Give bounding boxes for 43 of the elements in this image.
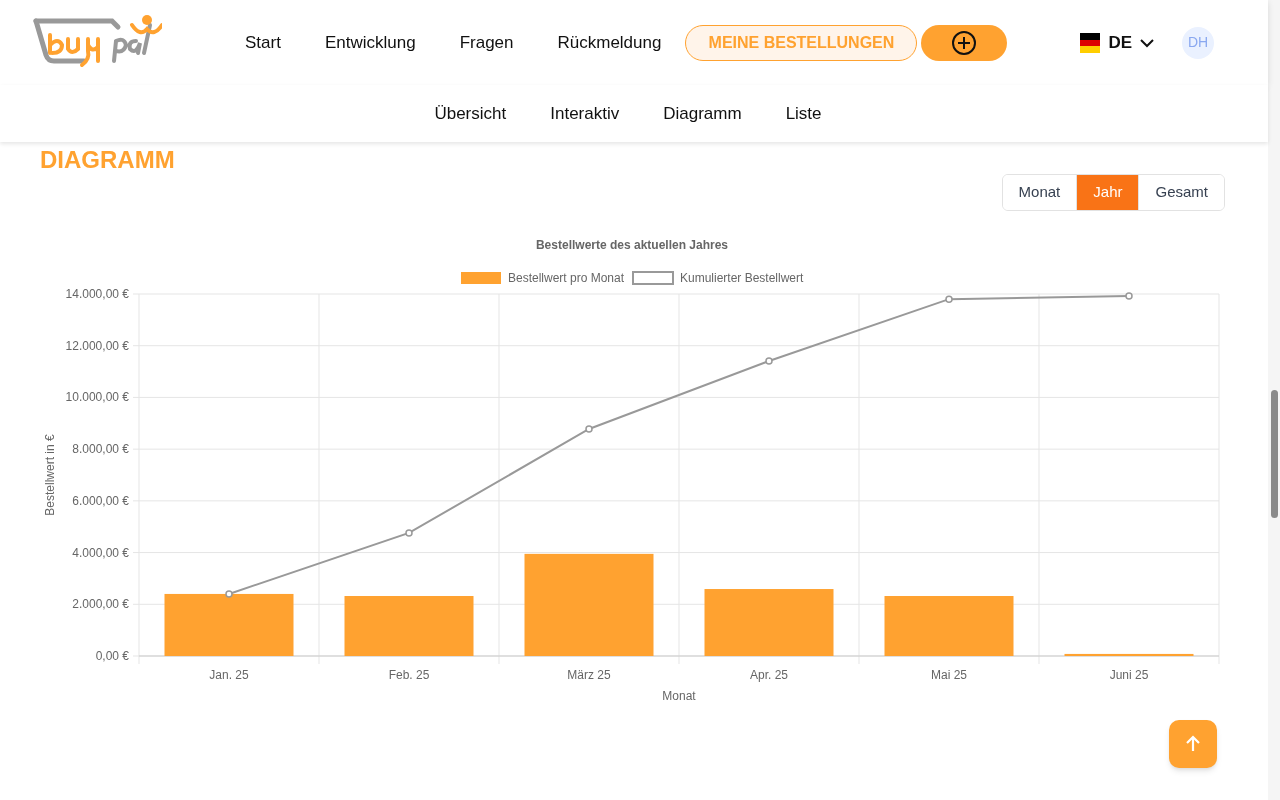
point: [945, 295, 953, 303]
y-tick-label: 10.000,00 €: [65, 390, 129, 405]
point: [765, 357, 773, 365]
nav-link[interactable]: Rückmeldung: [557, 29, 662, 56]
period-tab[interactable]: Gesamt: [1138, 175, 1224, 210]
point: [1125, 292, 1133, 300]
x-tick-label: Apr. 25: [750, 668, 788, 682]
section-heading: DIAGRAMM: [40, 146, 175, 174]
y-tick-label: 4.000,00 €: [72, 545, 129, 560]
subnav-link[interactable]: Interaktiv: [550, 100, 620, 127]
nav-link[interactable]: Entwicklung: [324, 29, 416, 56]
language-selector[interactable]: DE: [1080, 29, 1155, 56]
y-tick-label: 8.000,00 €: [72, 442, 129, 457]
y-axis-title: Bestellwert in €: [43, 434, 57, 516]
x-axis-title: Monat: [662, 689, 696, 703]
chart-title: Bestellwerte des aktuellen Jahres: [535, 238, 729, 252]
add-button[interactable]: [921, 24, 1008, 61]
point: [585, 425, 593, 433]
point: [225, 590, 233, 598]
x-tick-label: Juni 25: [1109, 668, 1149, 682]
x-tick-label: März 25: [567, 668, 611, 682]
x-tick-label: Jan. 25: [209, 668, 249, 682]
y-tick-label: 2.000,00 €: [72, 597, 129, 612]
y-tick-label: 0,00 €: [95, 649, 129, 663]
subnav-link[interactable]: Diagramm: [663, 100, 742, 127]
legend-line-swatch: [632, 271, 674, 285]
point: [405, 529, 413, 537]
subnav-link[interactable]: Liste: [785, 100, 822, 127]
x-tick-label: Mai 25: [931, 668, 967, 682]
plus-circle-icon: [951, 29, 978, 56]
nav-link[interactable]: Start: [245, 29, 281, 56]
x-tick-label: Feb. 25: [388, 668, 430, 682]
chevron-down-icon: [1140, 37, 1155, 48]
legend-swatch: [461, 272, 501, 284]
y-tick-label: 6.000,00 €: [72, 493, 129, 508]
nav-link[interactable]: Fragen: [459, 29, 514, 56]
y-tick-label: 12.000,00 €: [65, 338, 129, 353]
legend-label: Kumulierter Bestellwert: [680, 271, 804, 285]
legend-label: Bestellwert pro Monat: [508, 271, 625, 285]
subnav-link[interactable]: Übersicht: [434, 100, 507, 127]
german-flag-icon: [1080, 32, 1101, 53]
y-tick-label: 14.000,00 €: [65, 287, 129, 301]
arrow-up-icon: [1184, 735, 1202, 753]
